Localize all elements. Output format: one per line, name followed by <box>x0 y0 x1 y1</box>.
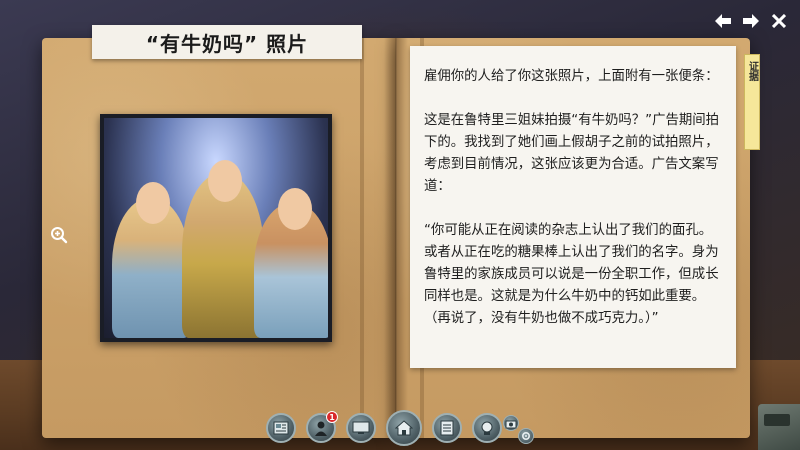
close-button[interactable] <box>770 12 788 30</box>
note-paragraph: “你可能从正在阅读的杂志上认出了我们的面孔。或者从正在吃的糖果棒上认出了我们的名… <box>424 223 719 326</box>
photo-image <box>104 118 328 338</box>
photo-face-left <box>136 182 170 224</box>
settings-button[interactable] <box>518 428 534 444</box>
home-icon <box>395 420 413 436</box>
computer-icon <box>352 421 370 434</box>
photo-face-center <box>208 160 242 202</box>
back-button[interactable] <box>714 12 732 30</box>
attached-note: 雇佣你的人给了你这张照片，上面附有一张便条： 这是在鲁特里三姐妹拍摄“有牛奶吗？… <box>410 46 736 368</box>
suspect-icon <box>315 421 327 436</box>
arrow-right-icon <box>743 14 759 28</box>
folder-spine <box>384 38 408 438</box>
page-navigation <box>714 12 788 30</box>
arrow-left-icon <box>715 14 731 28</box>
page-fold-left <box>360 38 364 438</box>
note-paragraph: 这是在鲁特里三姐妹拍摄“有牛奶吗？”广告期间拍下的。我找到了她们画上假胡子之前的… <box>424 113 720 194</box>
hint-icon <box>481 421 493 435</box>
evidence-photo[interactable] <box>100 114 332 342</box>
case-file-icon <box>273 421 289 435</box>
hint-button[interactable] <box>472 413 502 443</box>
computer-button[interactable] <box>346 413 376 443</box>
home-button[interactable] <box>386 410 422 446</box>
evidence-tab[interactable]: 证据 <box>744 54 760 150</box>
handheld-device[interactable] <box>758 404 800 450</box>
close-icon <box>772 14 786 28</box>
notes-button[interactable] <box>432 413 462 443</box>
notes-icon <box>440 420 454 436</box>
gear-icon <box>521 431 531 441</box>
page-title: “有牛奶吗” 照片 <box>145 31 309 56</box>
bottom-toolbar: 1 <box>266 410 502 446</box>
evidence-tab-label: 证据 <box>746 61 758 81</box>
camera-button[interactable] <box>503 415 519 431</box>
zoom-in-icon[interactable] <box>50 226 68 244</box>
camera-icon <box>505 420 517 429</box>
forward-button[interactable] <box>742 12 760 30</box>
photo-face-right <box>278 188 312 230</box>
case-file-button[interactable] <box>266 413 296 443</box>
notification-badge: 1 <box>326 411 338 423</box>
note-paragraph: 雇佣你的人给了你这张照片，上面附有一张便条： <box>424 69 719 84</box>
suspects-button[interactable]: 1 <box>306 411 338 443</box>
page-title-card: “有牛奶吗” 照片 <box>92 25 362 59</box>
